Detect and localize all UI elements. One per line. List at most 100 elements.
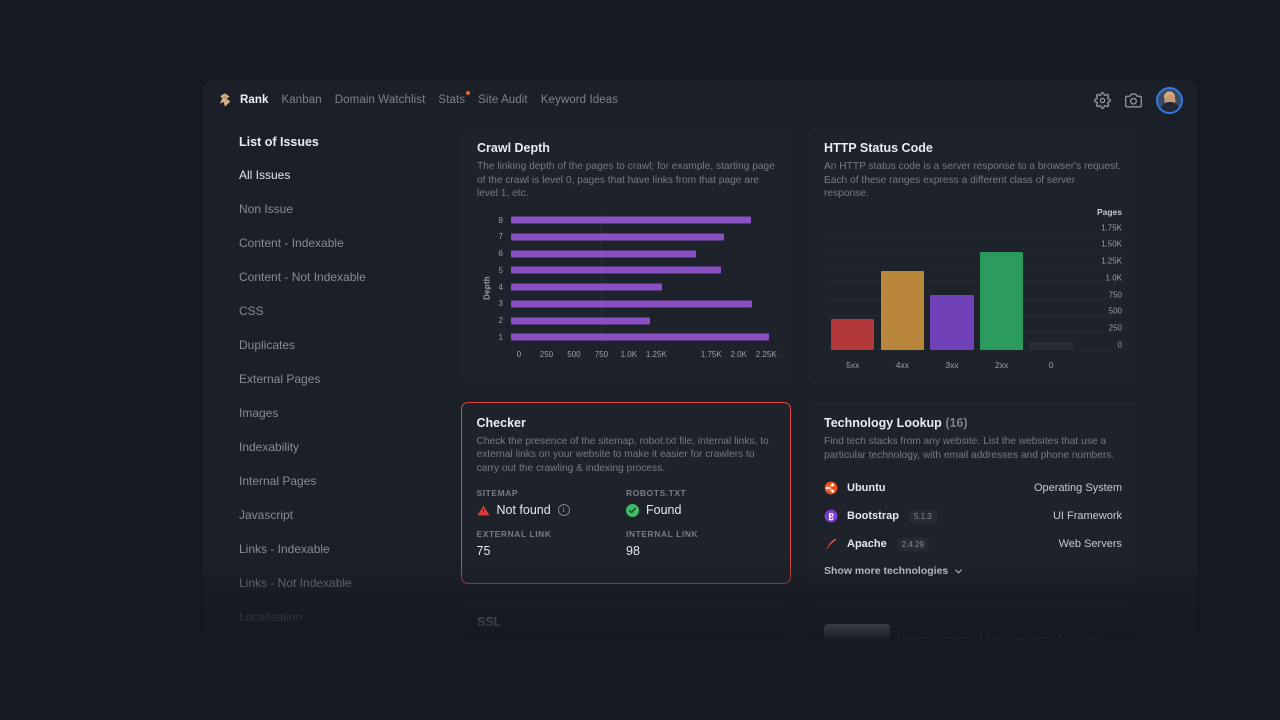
external-link-count: 75 xyxy=(476,544,491,559)
crawl-depth-bar[interactable] xyxy=(511,250,696,258)
crawl-depth-row: 1 xyxy=(491,329,775,346)
technology-category: Web Servers xyxy=(1058,538,1122,551)
http-bar[interactable] xyxy=(880,271,925,350)
sidebar-item-indexability[interactable]: Indexability xyxy=(239,441,458,453)
sidebar-item-localisation[interactable]: Localisation xyxy=(239,611,458,623)
technology-name: Ubuntu xyxy=(847,482,886,495)
field-label: INTERNAL LINK xyxy=(626,529,699,540)
nav-label: Domain Watchlist xyxy=(334,94,426,106)
promo-thumbnail xyxy=(824,624,890,640)
nav-label: Keyword Ideas xyxy=(540,94,619,106)
field-value-row: Not found i xyxy=(477,503,627,517)
technology-row[interactable]: Apache 2.4.29 Web Servers xyxy=(824,530,1122,558)
http-y-tick: 1.75K xyxy=(1101,223,1122,233)
crawl-depth-x-axis: 0 250 500 750 1.0K 1.25K 1.75K 2.0K 2.25K xyxy=(517,349,777,364)
http-y-axis: 1.75K 1.50K 1.25K 1.0K 750 500 250 0 xyxy=(1078,223,1122,350)
top-navigation-bar: Rank Kanban Domain Watchlist Stats Site … xyxy=(203,80,1197,120)
sidebar-item-javascript[interactable]: Javascript xyxy=(239,509,458,521)
nav-item-rank[interactable]: Rank xyxy=(240,94,269,106)
camera-icon[interactable] xyxy=(1125,92,1142,109)
crawl-depth-row: 6 xyxy=(491,245,775,262)
sidebar-item-all-issues[interactable]: All Issues xyxy=(239,169,458,181)
sidebar-item-content-not-indexable[interactable]: Content - Not Indexable xyxy=(239,271,458,283)
ubuntu-icon xyxy=(824,481,838,495)
card-description: The linking depth of the pages to crawl;… xyxy=(477,161,775,200)
card-title: SSL xyxy=(477,615,502,629)
crawl-depth-row: 2 xyxy=(491,312,775,329)
crawl-depth-bar[interactable] xyxy=(511,266,721,274)
http-bar[interactable] xyxy=(930,294,974,350)
card-ssl: SSL xyxy=(461,601,791,640)
crawl-depth-bar[interactable] xyxy=(511,233,724,241)
http-y-tick: 750 xyxy=(1108,290,1122,300)
nav-item-kanban[interactable]: Kanban xyxy=(282,94,322,106)
crawl-depth-row: 8 xyxy=(491,212,775,229)
technology-list: Ubuntu Operating System Bootstrap 5.1.3 xyxy=(824,474,1122,558)
info-icon[interactable]: i xyxy=(557,504,570,517)
http-bar[interactable] xyxy=(1029,342,1073,350)
nav-item-domain-watchlist[interactable]: Domain Watchlist xyxy=(335,94,426,106)
crawl-depth-x-tick: 1.0K xyxy=(620,349,638,359)
technology-row[interactable]: Ubuntu Operating System xyxy=(824,474,1122,502)
crawl-depth-tick-label: 3 xyxy=(498,299,503,309)
technology-name: Apache xyxy=(847,538,887,551)
checker-field-robots: ROBOTS.TXT Found xyxy=(626,488,776,517)
crawl-depth-bar-track xyxy=(511,279,775,296)
internal-link-count: 98 xyxy=(626,544,640,559)
warning-triangle-icon xyxy=(477,504,490,517)
http-x-tick: 4xx xyxy=(895,359,909,370)
sidebar-item-content-indexable[interactable]: Content - Indexable xyxy=(239,237,458,249)
sidebar-item-links-not-indexable[interactable]: Links - Not Indexable xyxy=(239,577,458,589)
settings-gear-icon[interactable] xyxy=(1094,91,1111,109)
card-description: An HTTP status code is a server response… xyxy=(824,161,1121,200)
sidebar-item-css[interactable]: CSS xyxy=(239,305,458,317)
nav-item-site-audit[interactable]: Site Audit xyxy=(478,94,528,106)
sidebar-item-internal-pages[interactable]: Internal Pages xyxy=(239,475,458,487)
crawl-depth-bar-track xyxy=(511,262,775,279)
crawl-depth-bar[interactable] xyxy=(511,283,662,291)
sidebar-title: List of Issues xyxy=(239,135,319,149)
http-bar[interactable] xyxy=(979,252,1024,350)
crawl-depth-x-tick: 2.25K xyxy=(755,349,777,359)
bootstrap-icon xyxy=(824,509,838,523)
http-plot-area xyxy=(828,223,1122,350)
crawl-depth-bar-track xyxy=(511,329,775,346)
http-bar-wrap xyxy=(979,223,1024,350)
crawl-depth-bar[interactable] xyxy=(511,333,770,341)
crawl-depth-bar[interactable] xyxy=(511,300,753,308)
crawl-depth-x-tick: 750 xyxy=(594,349,609,359)
avatar[interactable] xyxy=(1156,86,1183,114)
nav-label: Site Audit xyxy=(478,94,528,106)
crawl-depth-x-tick: 1.75K xyxy=(700,349,722,359)
http-y-tick: 0 xyxy=(1117,340,1122,350)
crawl-depth-bar[interactable] xyxy=(511,216,752,224)
nav-items: Rank Kanban Domain Watchlist Stats Site … xyxy=(240,91,618,106)
crawl-depth-tick-label: 5 xyxy=(498,265,503,275)
show-more-technologies-button[interactable]: Show more technologies xyxy=(824,565,1122,577)
technology-row[interactable]: Bootstrap 5.1.3 UI Framework xyxy=(824,502,1122,530)
chevron-down-icon xyxy=(955,569,962,574)
field-value-row: Found xyxy=(626,503,776,517)
window-body: List of Issues All Issues Non Issue Cont… xyxy=(203,120,1197,640)
crawl-depth-bar-track xyxy=(511,312,775,329)
sidebar-item-images[interactable]: Images xyxy=(239,407,458,419)
nav-item-stats[interactable]: Stats xyxy=(438,91,471,106)
crawl-depth-bar[interactable] xyxy=(511,317,651,325)
http-y-tick: 250 xyxy=(1108,323,1122,333)
show-more-label: Show more technologies xyxy=(824,565,949,578)
crawl-depth-x-tick: 250 xyxy=(539,349,554,359)
checker-fields: SITEMAP Not found i ROBOTS.TXT Found EXT… xyxy=(477,488,776,558)
card-title: Crawl Depth xyxy=(477,141,550,155)
stats-badge-dot-icon xyxy=(466,91,471,95)
http-bar[interactable] xyxy=(831,318,875,350)
http-bars xyxy=(828,223,1076,350)
check-circle-icon xyxy=(626,503,639,517)
checker-field-sitemap: SITEMAP Not found i xyxy=(477,488,627,517)
technology-category: Operating System xyxy=(1033,482,1122,495)
sidebar-item-external-pages[interactable]: External Pages xyxy=(239,373,458,385)
sidebar-item-links-indexable[interactable]: Links - Indexable xyxy=(239,543,458,555)
sidebar-item-non-issue[interactable]: Non Issue xyxy=(239,203,458,215)
crawl-depth-bar-track xyxy=(511,295,775,312)
nav-item-keyword-ideas[interactable]: Keyword Ideas xyxy=(541,94,618,106)
sidebar-item-duplicates[interactable]: Duplicates xyxy=(239,339,458,351)
